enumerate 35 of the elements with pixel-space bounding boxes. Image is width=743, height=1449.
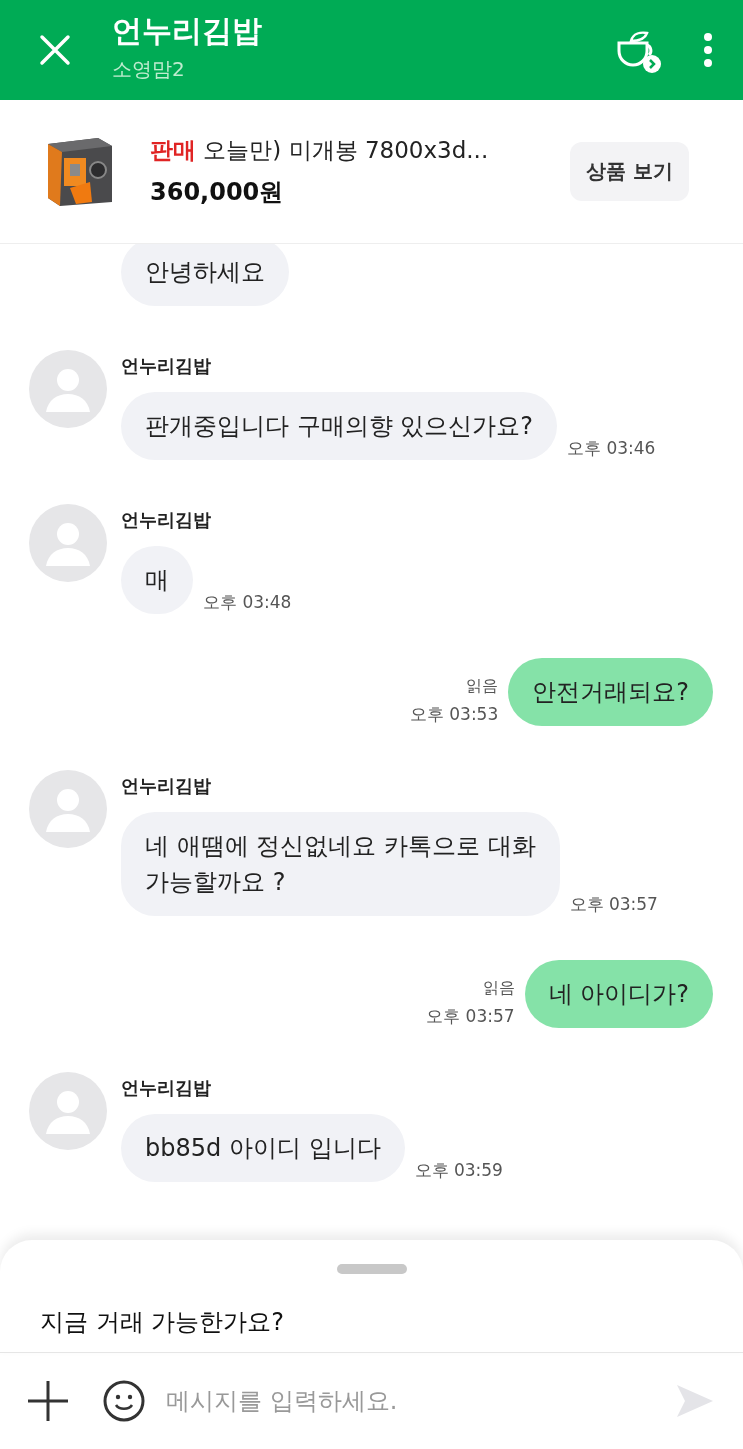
sender-name: 언누리김밥 — [121, 1076, 212, 1100]
sender-name: 언누리김밥 — [121, 508, 212, 532]
chat-subtitle: 소영맘2 — [112, 56, 186, 83]
message-bubble: bb85d 아이디 입니다 — [121, 1114, 405, 1182]
message-time: 오후 03:57 — [569, 893, 658, 916]
sender-name: 언누리김밥 — [121, 354, 212, 378]
message-bubble: 네 아이디가? — [524, 960, 713, 1028]
product-title: 판매 오늘만) 미개봉 7800x3d... — [150, 136, 490, 165]
drag-handle[interactable] — [336, 1264, 407, 1274]
plus-icon[interactable] — [26, 1379, 70, 1423]
chat-title: 언누리김밥 — [112, 12, 263, 50]
view-product-button[interactable]: 상품 보기 — [570, 142, 689, 201]
suggested-reply[interactable]: 지금 거래 가능한가요? — [40, 1306, 284, 1338]
message-time: 오후 03:57 — [426, 1005, 515, 1028]
close-icon[interactable] — [38, 33, 72, 67]
avatar-icon[interactable] — [29, 350, 107, 428]
message-time: 오후 03:48 — [203, 591, 292, 614]
more-icon[interactable] — [703, 32, 713, 68]
sender-name: 언누리김밥 — [121, 774, 212, 798]
emoji-icon[interactable] — [102, 1379, 146, 1423]
message-time: 오후 03:53 — [409, 703, 499, 726]
avatar-icon[interactable] — [29, 1072, 107, 1150]
read-receipt: 읽음 — [466, 676, 499, 697]
message-bubble: 안녕하세요 — [121, 244, 289, 306]
product-price: 360,000원 — [150, 177, 285, 208]
message-time: 오후 03:46 — [567, 437, 656, 460]
read-receipt: 읽음 — [482, 978, 515, 999]
message-bubble: 판개중입니다 구매의향 있으신가요? — [121, 392, 557, 460]
message-bubble: 네 애땜에 정신없네요 카톡으로 대화 가능할까요 ? — [121, 812, 560, 916]
message-bubble: 안전거래되요? — [508, 658, 713, 726]
message-bubble: 매 — [121, 546, 193, 614]
message-time: 오후 03:59 — [414, 1159, 503, 1182]
avatar-icon[interactable] — [29, 770, 107, 848]
avatar-icon[interactable] — [29, 504, 107, 582]
message-input[interactable]: 메시지를 입력하세요. — [164, 1386, 643, 1416]
